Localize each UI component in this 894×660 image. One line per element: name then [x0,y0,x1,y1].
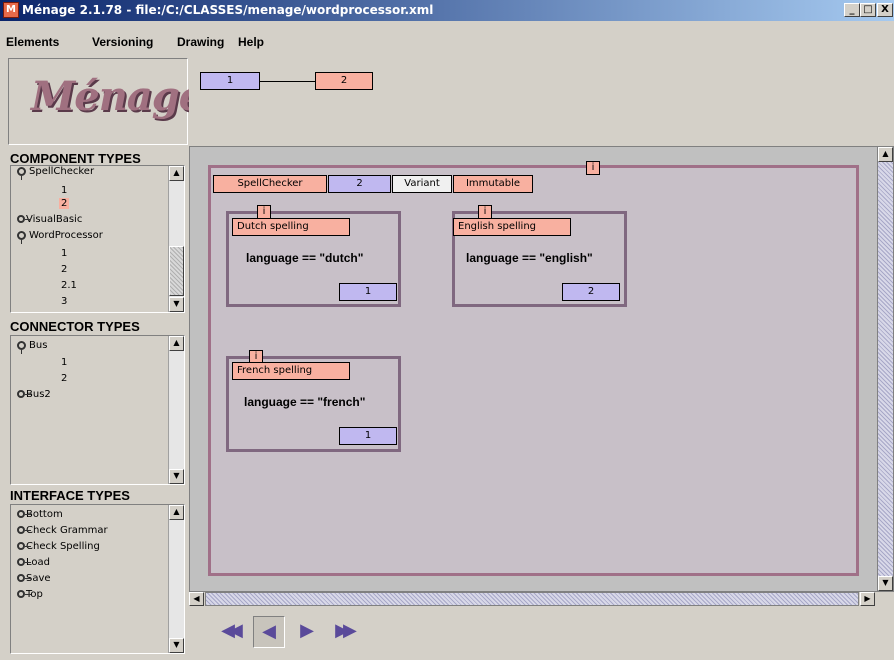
close-button[interactable]: X [877,3,893,17]
tree-item-visualbasic[interactable]: VisualBasic [17,214,82,225]
info-badge[interactable]: i [257,205,271,219]
version-node-1[interactable]: 1 [200,72,260,90]
tree-item-load[interactable]: Load [17,557,50,568]
scroll-right-icon[interactable]: ▶ [860,592,875,606]
connector-types-scrollbar[interactable]: ▲ ▼ [168,336,184,484]
variant-version[interactable]: 1 [339,427,397,445]
tree-item-bus2[interactable]: Bus2 [17,389,51,400]
first-icon[interactable]: ◀◀ [213,616,245,648]
scroll-down-icon[interactable]: ▼ [169,469,184,484]
variant-condition: language == "french" [244,395,366,409]
scroll-down-icon[interactable]: ▼ [878,576,893,591]
interface-icon [17,215,31,223]
menu-bar: Elements Versioning Drawing Help [0,21,894,57]
title-bar: M Ménage 2.1.78 - file:/C:/CLASSES/menag… [0,0,894,21]
interface-icon [17,574,31,582]
maximize-button[interactable]: □ [860,3,876,17]
variant-name: English spelling [453,218,571,236]
variant-condition: language == "english" [466,251,593,265]
canvas-vscroll[interactable]: ▲ ▼ [877,147,893,591]
window-title: Ménage 2.1.78 - file:/C:/CLASSES/menage/… [22,3,434,17]
tree-item-bottom[interactable]: Bottom [17,509,63,520]
minimize-button[interactable]: _ [844,3,860,17]
tree-item-wordprocessor-3[interactable]: 3 [61,296,67,307]
interface-icon [17,590,31,598]
tree-item-spellchecker[interactable]: SpellChecker [17,166,94,180]
navigation-bar: ◀◀ ◀ ▶ ▶▶ [189,608,894,660]
interface-icon [17,542,31,550]
interface-icon [17,558,31,566]
menu-help[interactable]: Help [238,35,264,49]
info-badge[interactable]: i [478,205,492,219]
version-node-2[interactable]: 2 [315,72,373,90]
component-state-tag: Immutable [453,175,533,193]
interface-types-tree: Bottom Check Grammar Check Spelling Load… [10,504,185,654]
scroll-down-icon[interactable]: ▼ [169,297,184,312]
logo-panel: Ménage [8,58,204,145]
component-kind-tag: Variant [392,175,452,193]
component-name-tag[interactable]: SpellChecker [213,175,327,193]
last-icon[interactable]: ▶▶ [327,616,359,648]
hscroll-thumb[interactable] [205,592,859,606]
scroll-up-icon[interactable]: ▲ [169,166,184,181]
tree-item-save[interactable]: Save [17,573,51,584]
interface-icon [17,526,31,534]
tree-item-wordprocessor-2[interactable]: 2 [61,264,67,275]
variant-version[interactable]: 2 [562,283,620,301]
prev-icon[interactable]: ◀ [253,616,285,648]
scroll-up-icon[interactable]: ▲ [169,505,184,520]
interface-types-heading: INTERFACE TYPES [10,488,130,503]
scroll-left-icon[interactable]: ◀ [189,592,204,606]
key-icon [17,166,26,180]
next-icon[interactable]: ▶ [291,616,323,648]
component-version-tag[interactable]: 2 [328,175,391,193]
tree-item-wordprocessor[interactable]: WordProcessor [17,230,103,244]
scroll-thumb[interactable] [169,246,184,296]
tree-item-wordprocessor-1[interactable]: 1 [61,248,67,259]
component-types-tree: SpellChecker 1 2 VisualBasic WordProcess… [10,165,185,313]
variant-name: Dutch spelling [232,218,350,236]
interface-types-scrollbar[interactable]: ▲ ▼ [168,505,184,653]
interface-icon [17,390,31,398]
scroll-up-icon[interactable]: ▲ [878,147,893,162]
connector-types-tree: Bus 1 2 Bus2 ▲ ▼ [10,335,185,485]
scroll-up-icon[interactable]: ▲ [169,336,184,351]
tree-item-check-spelling[interactable]: Check Spelling [17,541,100,552]
scroll-down-icon[interactable]: ▼ [169,638,184,653]
tree-item-bus[interactable]: Bus [17,340,47,354]
key-icon [17,340,26,354]
key-icon [17,230,26,244]
version-edge [260,81,315,82]
component-types-scrollbar[interactable]: ▲ ▼ [168,166,184,312]
tree-item-top[interactable]: Top [17,589,43,600]
connector-types-heading: CONNECTOR TYPES [10,319,140,334]
info-badge[interactable]: i [586,161,600,175]
tree-item-spellchecker-2[interactable]: 2 [59,198,70,209]
tree-item-bus-1[interactable]: 1 [61,357,67,368]
app-logo: Ménage [31,73,204,120]
interface-icon [17,510,31,518]
version-graph-area: 1 2 [189,58,894,144]
menu-versioning[interactable]: Versioning [92,35,153,49]
tree-item-check-grammar[interactable]: Check Grammar [17,525,108,536]
tree-item-bus-2[interactable]: 2 [61,373,67,384]
tree-item-wordprocessor-2-1[interactable]: 2.1 [61,280,77,291]
component-types-heading: COMPONENT TYPES [10,151,141,166]
menu-drawing[interactable]: Drawing [177,35,224,49]
canvas-hscroll[interactable]: ◀ ▶ [189,592,875,606]
tree-item-spellchecker-1[interactable]: 1 [61,185,67,196]
menu-elements[interactable]: Elements [6,35,59,49]
variant-condition: language == "dutch" [246,251,364,265]
variant-name: French spelling [232,362,350,380]
app-icon: M [3,2,19,18]
variant-version[interactable]: 1 [339,283,397,301]
